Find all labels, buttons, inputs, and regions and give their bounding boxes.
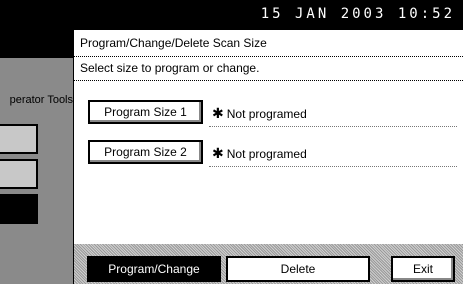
sidebar-button-2[interactable] [0, 159, 38, 189]
program-size-2-button[interactable]: Program Size 2 [88, 140, 203, 164]
divider [209, 166, 457, 167]
exit-button[interactable]: Exit [391, 256, 455, 282]
asterisk-icon: ✱ [212, 105, 224, 121]
divider [74, 80, 463, 81]
operator-tools-label: perator Tools [9, 94, 73, 106]
status-label: Not programed [226, 107, 307, 121]
divider [209, 126, 457, 127]
top-status-bar: 15 JAN 2003 10:52 [0, 0, 463, 30]
delete-button[interactable]: Delete [226, 256, 370, 282]
program-size-2-status: ✱ Not programed [212, 145, 307, 162]
date-time-display: 15 JAN 2003 10:52 [260, 6, 455, 22]
program-size-1-status: ✱ Not programed [212, 105, 307, 122]
instruction-text: Select size to program or change. [80, 61, 260, 75]
divider [74, 56, 463, 57]
sidebar-header [0, 30, 73, 58]
sidebar-button-1[interactable] [0, 124, 38, 154]
program-size-1-button[interactable]: Program Size 1 [88, 100, 203, 124]
program-change-button[interactable]: Program/Change [87, 256, 221, 282]
asterisk-icon: ✱ [212, 145, 224, 161]
sidebar-button-3[interactable] [0, 194, 38, 224]
sidebar: perator Tools [0, 30, 73, 284]
status-label: Not programed [226, 147, 307, 161]
page-title: Program/Change/Delete Scan Size [80, 36, 267, 50]
scan-size-panel: Program/Change/Delete Scan Size Select s… [73, 30, 463, 284]
